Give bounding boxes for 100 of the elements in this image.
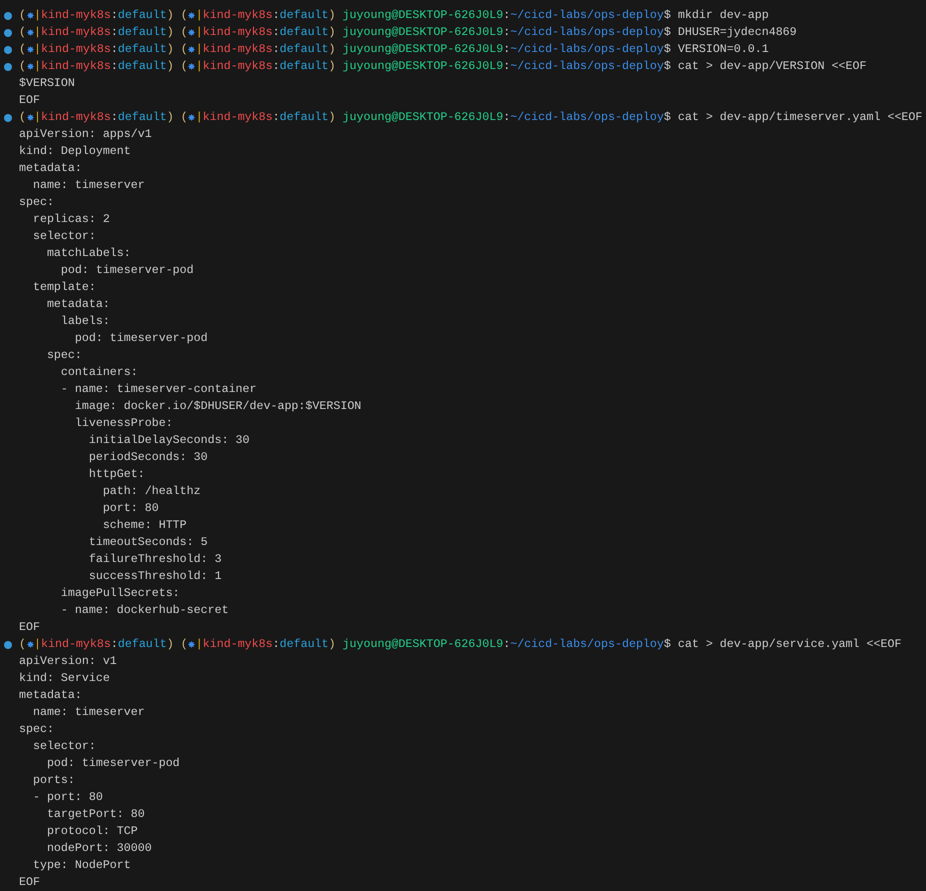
wheel-icon [26, 63, 34, 70]
output-line: pod: timeserver-pod [60, 264, 194, 277]
wheel-icon [26, 114, 34, 121]
context-label: |kind-myk8s:default) [196, 43, 336, 56]
output-line: metadata: [46, 298, 110, 311]
prompt-bracket: ( [180, 638, 188, 651]
output-line: spec: [46, 349, 82, 362]
wheel-icon [26, 46, 34, 53]
output-line: - name: timeserver-container [60, 383, 257, 396]
output-line: successThreshold: 1 [88, 570, 222, 583]
output-line: - port: 80 [32, 791, 103, 804]
command-text: mkdir dev-app [678, 9, 769, 22]
context-label: |kind-myk8s:default) [34, 638, 174, 651]
prompt-bracket: ( [19, 111, 26, 124]
wheel-icon [188, 29, 196, 36]
output-line: pod: timeserver-pod [46, 757, 180, 770]
output-line: $VERSION [19, 77, 75, 90]
context-label: |kind-myk8s:default) [34, 43, 174, 56]
output-line: EOF [19, 94, 40, 107]
wheel-icon [26, 12, 34, 19]
output-line: type: NodePort [32, 859, 131, 872]
output-line: spec: [19, 196, 54, 209]
output-line: containers: [60, 366, 138, 379]
prompt-path: juyoung@DESKTOP-626J0L9:~/cicd-labs/ops-deploy$ [342, 9, 671, 22]
output-line: httpGet: [88, 468, 145, 481]
context-label: |kind-myk8s:default) [196, 638, 336, 651]
output-line: name: timeserver [32, 706, 145, 719]
output-line: replicas: 2 [32, 213, 110, 226]
wheel-icon [188, 12, 196, 19]
output-line: EOF [19, 876, 40, 889]
output-line: initialDelaySeconds: 30 [88, 434, 250, 447]
output-line: imagePullSecrets: [60, 587, 180, 600]
prompt-bracket: ( [180, 60, 188, 73]
prompt-path: juyoung@DESKTOP-626J0L9:~/cicd-labs/ops-deploy$ [342, 111, 671, 124]
output-line: periodSeconds: 30 [88, 451, 208, 464]
output-line: path: /healthz [102, 485, 201, 498]
output-line: labels: [60, 315, 110, 328]
status-dot-icon [4, 114, 12, 122]
wheel-icon [26, 29, 34, 36]
command-text: DHUSER=jydecn4869 [678, 26, 797, 39]
command-text: VERSION=0.0.1 [678, 43, 769, 56]
prompt-bracket: ( [180, 9, 188, 22]
output-line: metadata: [19, 162, 82, 175]
wheel-icon [188, 63, 196, 70]
output-line: failureThreshold: 3 [88, 553, 222, 566]
prompt-path: juyoung@DESKTOP-626J0L9:~/cicd-labs/ops-deploy$ [342, 26, 671, 39]
output-line: ports: [32, 774, 75, 787]
output-line: EOF [19, 621, 40, 634]
output-line: protocol: TCP [46, 825, 138, 838]
context-label: |kind-myk8s:default) [34, 60, 174, 73]
prompt-bracket: ( [19, 60, 26, 73]
wheel-icon [26, 641, 34, 648]
wheel-icon [188, 641, 196, 648]
output-line: metadata: [19, 689, 82, 702]
prompt-bracket: ( [180, 26, 188, 39]
output-line: spec: [19, 723, 54, 736]
prompt-bracket: ( [180, 111, 188, 124]
output-line: name: timeserver [32, 179, 145, 192]
output-line: kind: Deployment [19, 145, 131, 158]
output-line: apiVersion: v1 [19, 655, 117, 668]
output-line: port: 80 [102, 502, 159, 515]
status-dot-icon [4, 28, 12, 36]
command-text: cat > dev-app/VERSION <<EOF [678, 60, 866, 73]
status-dot-icon [4, 640, 12, 648]
prompt-bracket: ( [19, 43, 26, 56]
context-label: |kind-myk8s:default) [34, 9, 174, 22]
context-label: |kind-myk8s:default) [196, 111, 336, 124]
output-line: selector: [32, 230, 96, 243]
prompt-path: juyoung@DESKTOP-626J0L9:~/cicd-labs/ops-deploy$ [342, 60, 671, 73]
prompt-bracket: ( [19, 638, 26, 651]
wheel-icon [188, 114, 196, 121]
command-text: cat > dev-app/service.yaml <<EOF [678, 638, 902, 651]
output-line: kind: Service [19, 672, 110, 685]
output-line: - name: dockerhub-secret [60, 604, 229, 617]
status-dot-icon [4, 62, 12, 70]
context-label: |kind-myk8s:default) [34, 111, 174, 124]
status-dot-icon [4, 12, 12, 20]
context-label: |kind-myk8s:default) [196, 60, 336, 73]
prompt-path: juyoung@DESKTOP-626J0L9:~/cicd-labs/ops-deploy$ [342, 43, 671, 56]
wheel-icon [188, 46, 196, 53]
output-line: targetPort: 80 [46, 808, 145, 821]
prompt-bracket: ( [19, 9, 26, 22]
status-dot-icon [4, 46, 12, 54]
output-line: livenessProbe: [74, 417, 173, 430]
context-label: |kind-myk8s:default) [196, 9, 336, 22]
prompt-bracket: ( [180, 43, 188, 56]
output-line: apiVersion: apps/v1 [19, 128, 152, 141]
prompt-path: juyoung@DESKTOP-626J0L9:~/cicd-labs/ops-deploy$ [342, 638, 671, 651]
output-line: selector: [32, 740, 96, 753]
command-text: cat > dev-app/timeserver.yaml <<EOF [678, 111, 922, 124]
context-label: |kind-myk8s:default) [34, 26, 174, 39]
output-line: nodePort: 30000 [46, 842, 152, 855]
output-line: scheme: HTTP [102, 519, 187, 532]
output-line: template: [32, 281, 96, 294]
output-line: image: docker.io/$DHUSER/dev-app:$VERSION [74, 400, 362, 413]
output-line: matchLabels: [46, 247, 131, 260]
output-line: timeoutSeconds: 5 [88, 536, 208, 549]
output-line: pod: timeserver-pod [74, 332, 208, 345]
context-label: |kind-myk8s:default) [196, 26, 336, 39]
prompt-bracket: ( [19, 26, 26, 39]
